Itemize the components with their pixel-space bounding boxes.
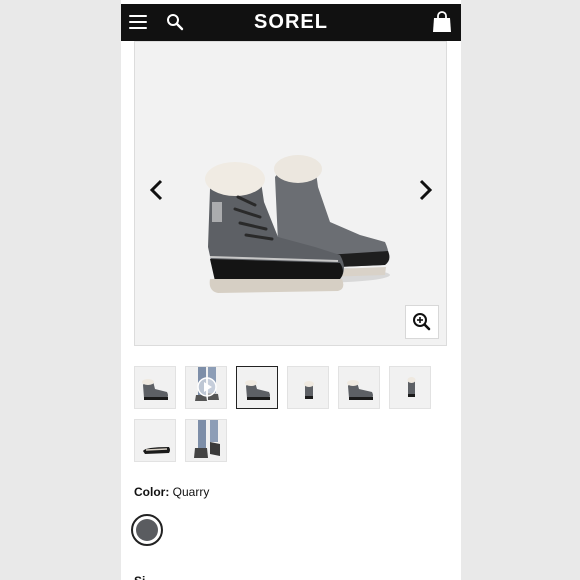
thumbnail-image [347,380,373,400]
menu-icon[interactable] [129,15,147,29]
thumbnail-6[interactable] [389,366,431,409]
thumbnail-7[interactable] [134,419,176,462]
size-label-partial: Si [134,574,145,580]
shopping-bag-icon[interactable] [431,11,453,33]
thumbnail-image [143,447,170,454]
color-value: Quarry [172,485,210,499]
previous-image-arrow-icon[interactable] [147,177,167,203]
thumbnail-4[interactable] [287,366,329,409]
color-label: Color: [134,485,170,499]
search-icon[interactable] [166,13,184,31]
product-main-image [205,155,390,293]
product-page: SOREL Color: Quarry [121,0,461,580]
next-image-arrow-icon[interactable] [415,177,435,203]
zoom-in-icon [413,313,431,331]
thumbnail-3-selected[interactable] [236,366,278,409]
thumbnail-image [407,377,416,397]
site-header: SOREL [121,4,461,41]
thumbnail-image [194,420,220,458]
zoom-button[interactable] [405,305,439,339]
thumbnail-2-video[interactable] [185,366,227,409]
thumbnail-1[interactable] [134,366,176,409]
thumbnail-image [245,380,270,400]
color-swatch-fill [136,519,158,541]
thumbnail-image [142,379,168,400]
thumbnail-image [304,381,314,399]
thumbnail-5[interactable] [338,366,380,409]
color-swatch-quarry[interactable] [131,514,163,546]
product-image-gallery [134,41,447,346]
thumbnail-image [195,367,219,401]
thumbnail-8[interactable] [185,419,227,462]
color-selection-label: Color: Quarry [134,485,209,499]
